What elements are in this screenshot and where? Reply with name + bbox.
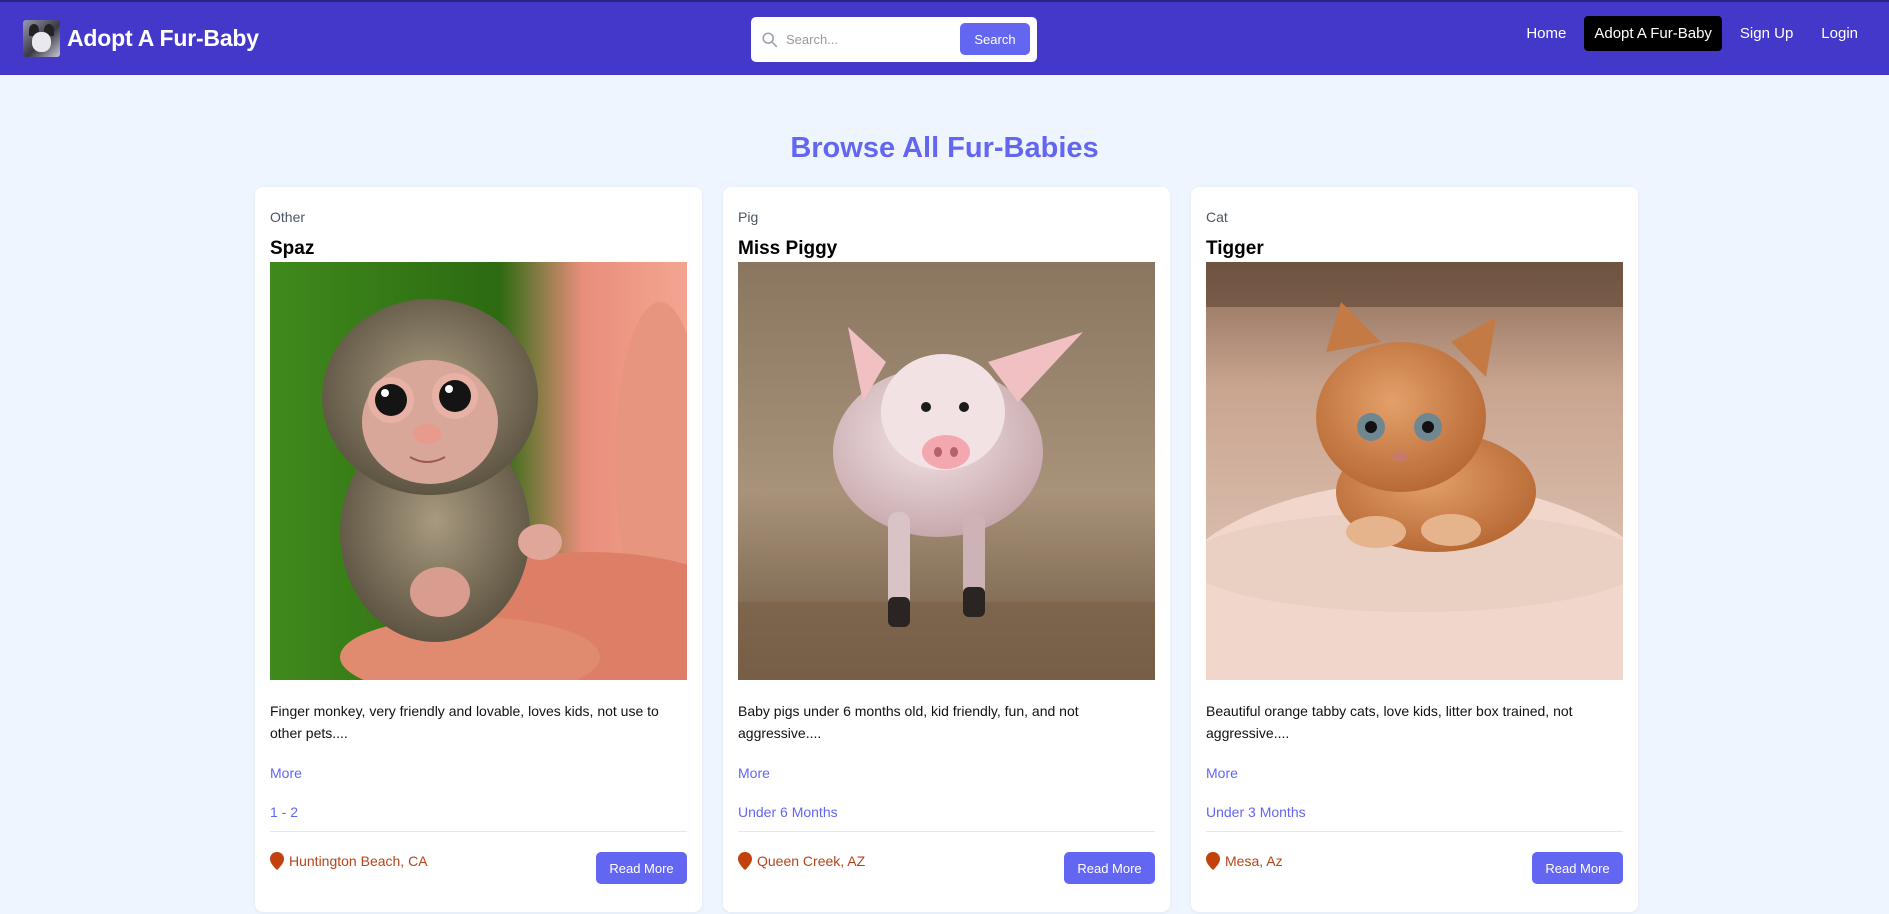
pet-category: Other <box>270 209 306 225</box>
pet-category: Cat <box>1206 209 1228 225</box>
read-more-button[interactable]: Read More <box>596 852 687 884</box>
pet-age: Under 3 Months <box>1206 804 1306 820</box>
pet-card: Other Spaz Finger monkey, very friendly … <box>255 187 702 912</box>
pet-location: Huntington Beach, CA <box>270 852 428 870</box>
pet-image-monkey[interactable] <box>270 262 687 680</box>
pet-description: Beautiful orange tabby cats, love kids, … <box>1206 703 1573 741</box>
pet-name: Miss Piggy <box>738 238 838 259</box>
map-pin-icon <box>270 852 284 870</box>
nav-home[interactable]: Home <box>1516 16 1576 51</box>
map-pin-icon <box>738 852 752 870</box>
brand-link[interactable]: Adopt A Fur-Baby <box>23 20 259 57</box>
pet-location-text: Mesa, Az <box>1225 853 1283 869</box>
card-divider <box>270 831 687 832</box>
page-title: Browse All Fur-Babies <box>790 132 1099 164</box>
pet-location-text: Huntington Beach, CA <box>289 853 428 869</box>
pet-description: Finger monkey, very friendly and lovable… <box>270 703 659 741</box>
read-more-button[interactable]: Read More <box>1532 852 1623 884</box>
pet-image-cat[interactable] <box>1206 262 1623 680</box>
pet-age: Under 6 Months <box>738 804 838 820</box>
card-divider <box>1206 831 1623 832</box>
search-button[interactable]: Search <box>960 23 1030 55</box>
pet-location: Queen Creek, AZ <box>738 852 865 870</box>
map-pin-icon <box>1206 852 1220 870</box>
pet-card: Cat Tigger Beautiful orange tabby cats, … <box>1191 187 1638 912</box>
nav-login[interactable]: Login <box>1811 16 1868 51</box>
pet-category: Pig <box>738 209 759 225</box>
search-icon <box>762 32 778 48</box>
search-input[interactable] <box>786 27 956 52</box>
card-divider <box>738 831 1155 832</box>
pet-name: Tigger <box>1206 238 1264 259</box>
pet-location-text: Queen Creek, AZ <box>757 853 866 869</box>
navbar: Adopt A Fur-Baby Search Home Adopt A Fur… <box>0 0 1889 75</box>
pet-age: 1 - 2 <box>270 804 299 820</box>
nav-adopt[interactable]: Adopt A Fur-Baby <box>1584 16 1722 51</box>
pet-more-link[interactable]: More <box>1206 765 1238 781</box>
nav-sign-up[interactable]: Sign Up <box>1730 16 1803 51</box>
pet-name: Spaz <box>270 238 315 259</box>
read-more-button[interactable]: Read More <box>1064 852 1155 884</box>
pet-card: Pig Miss Piggy Baby pigs under 6 months … <box>723 187 1170 912</box>
brand-logo-icon <box>23 20 60 57</box>
nav-links: Home Adopt A Fur-Baby Sign Up Login <box>1508 16 1868 51</box>
pet-location: Mesa, Az <box>1206 852 1283 870</box>
pet-more-link[interactable]: More <box>270 765 302 781</box>
brand-name: Adopt A Fur-Baby <box>67 25 259 51</box>
search-box: Search <box>751 17 1037 62</box>
pet-more-link[interactable]: More <box>738 765 770 781</box>
pet-image-pig[interactable] <box>738 262 1155 680</box>
pet-description: Baby pigs under 6 months old, kid friend… <box>738 703 1079 741</box>
